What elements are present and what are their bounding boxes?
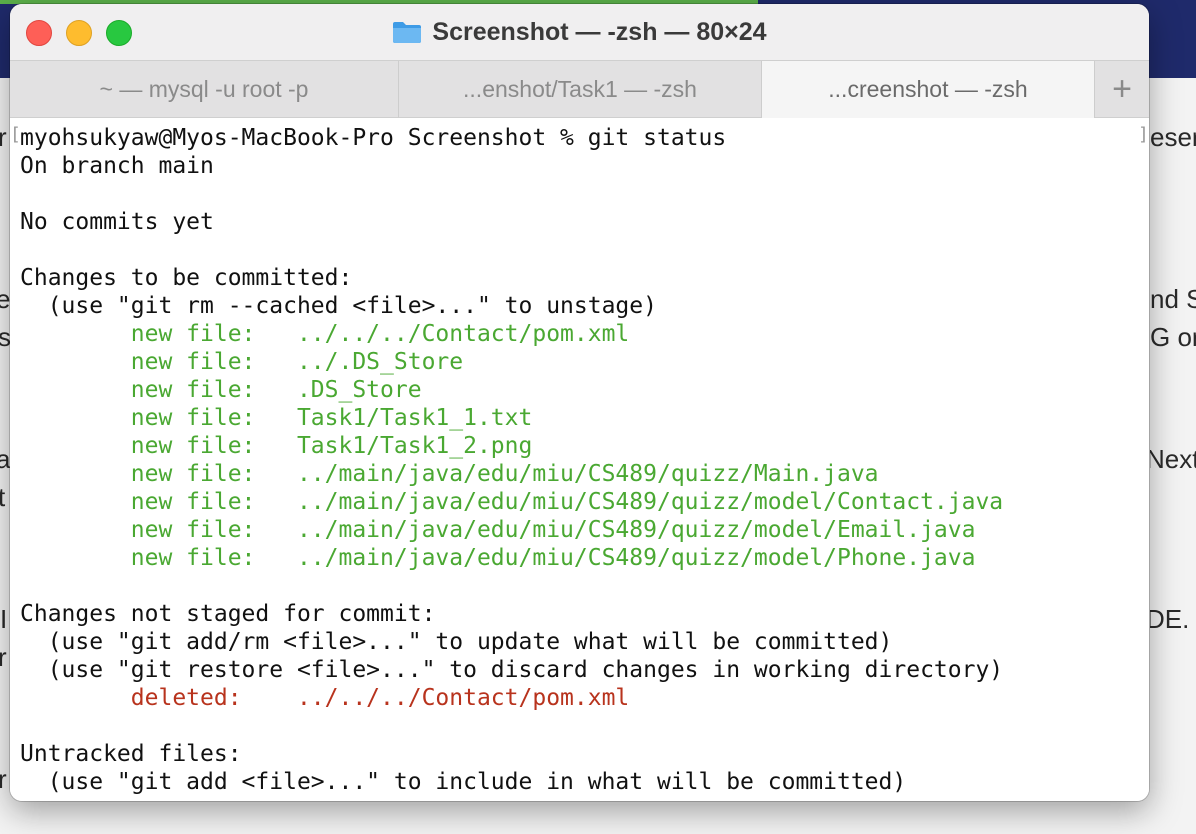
tab-task1-zsh[interactable]: ...enshot/Task1 — -zsh bbox=[399, 61, 762, 118]
bg-fragment: DE. B bbox=[1150, 604, 1196, 634]
terminal-line: new file: ../main/java/edu/miu/CS489/qui… bbox=[20, 461, 879, 487]
bg-fragment: I bbox=[0, 604, 8, 634]
terminal-line: Untracked files: bbox=[20, 741, 242, 767]
terminal-line: On branch main bbox=[20, 153, 214, 179]
bg-fragment: G or bbox=[1150, 322, 1196, 352]
bg-fragment: t bbox=[0, 482, 6, 512]
bg-fragment: a bbox=[0, 444, 11, 474]
folder-icon bbox=[392, 20, 422, 44]
terminal-line: new file: ../main/java/edu/miu/CS489/qui… bbox=[20, 517, 976, 543]
terminal-line: new file: ../main/java/edu/miu/CS489/qui… bbox=[20, 545, 976, 571]
terminal-line: (use "git add/rm <file>..." to update wh… bbox=[20, 629, 893, 655]
terminal-line: Changes not staged for commit: bbox=[20, 601, 436, 627]
bg-fragment: e bbox=[0, 284, 11, 314]
right-bracket-marker: ] bbox=[1138, 124, 1149, 145]
background-right-text: eser nd S G or Next DE. B bbox=[1150, 0, 1196, 834]
window-title-group: Screenshot — -zsh — 80×24 bbox=[10, 4, 1149, 60]
tab-screenshot-zsh-active[interactable]: ...creenshot — -zsh bbox=[762, 61, 1095, 118]
terminal-output[interactable]: [ ] myohsukyaw@Myos-MacBook-Pro Screensh… bbox=[10, 118, 1149, 801]
terminal-line: No commits yet bbox=[20, 209, 214, 235]
terminal-line: Changes to be committed: bbox=[20, 265, 353, 291]
terminal-line: new file: .DS_Store bbox=[20, 377, 422, 403]
terminal-line: new file: Task1/Task1_2.png bbox=[20, 433, 533, 459]
terminal-line: (use "git rm --cached <file>..." to unst… bbox=[20, 293, 657, 319]
bg-fragment: r bbox=[0, 122, 7, 152]
title-bar[interactable]: Screenshot — -zsh — 80×24 bbox=[10, 4, 1149, 60]
terminal-line: new file: ../.DS_Store bbox=[20, 349, 464, 375]
terminal-line: new file: ../../../Contact/pom.xml bbox=[20, 321, 630, 347]
tab-mysql[interactable]: ~ — mysql -u root -p bbox=[10, 61, 399, 118]
window-title: Screenshot — -zsh — 80×24 bbox=[432, 17, 767, 46]
bg-fragment: Next bbox=[1150, 444, 1196, 474]
terminal-line: deleted: ../../../Contact/pom.xml bbox=[20, 685, 630, 711]
terminal-line: (use "git add <file>..." to include in w… bbox=[20, 769, 907, 795]
new-tab-button[interactable]: + bbox=[1095, 61, 1149, 118]
terminal-line: myohsukyaw@Myos-MacBook-Pro Screenshot %… bbox=[20, 125, 727, 151]
bg-fragment: nd S bbox=[1150, 284, 1196, 314]
terminal-window: Screenshot — -zsh — 80×24 ~ — mysql -u r… bbox=[10, 4, 1149, 801]
terminal-line: new file: Task1/Task1_1.txt bbox=[20, 405, 533, 431]
bg-fragment: r bbox=[0, 764, 7, 794]
bg-fragment: eser bbox=[1150, 122, 1196, 152]
terminal-line: new file: ../main/java/edu/miu/CS489/qui… bbox=[20, 489, 1004, 515]
tab-bar: ~ — mysql -u root -p ...enshot/Task1 — -… bbox=[10, 60, 1149, 118]
bg-fragment: r bbox=[0, 642, 7, 672]
terminal-line: (use "git restore <file>..." to discard … bbox=[20, 657, 1004, 683]
